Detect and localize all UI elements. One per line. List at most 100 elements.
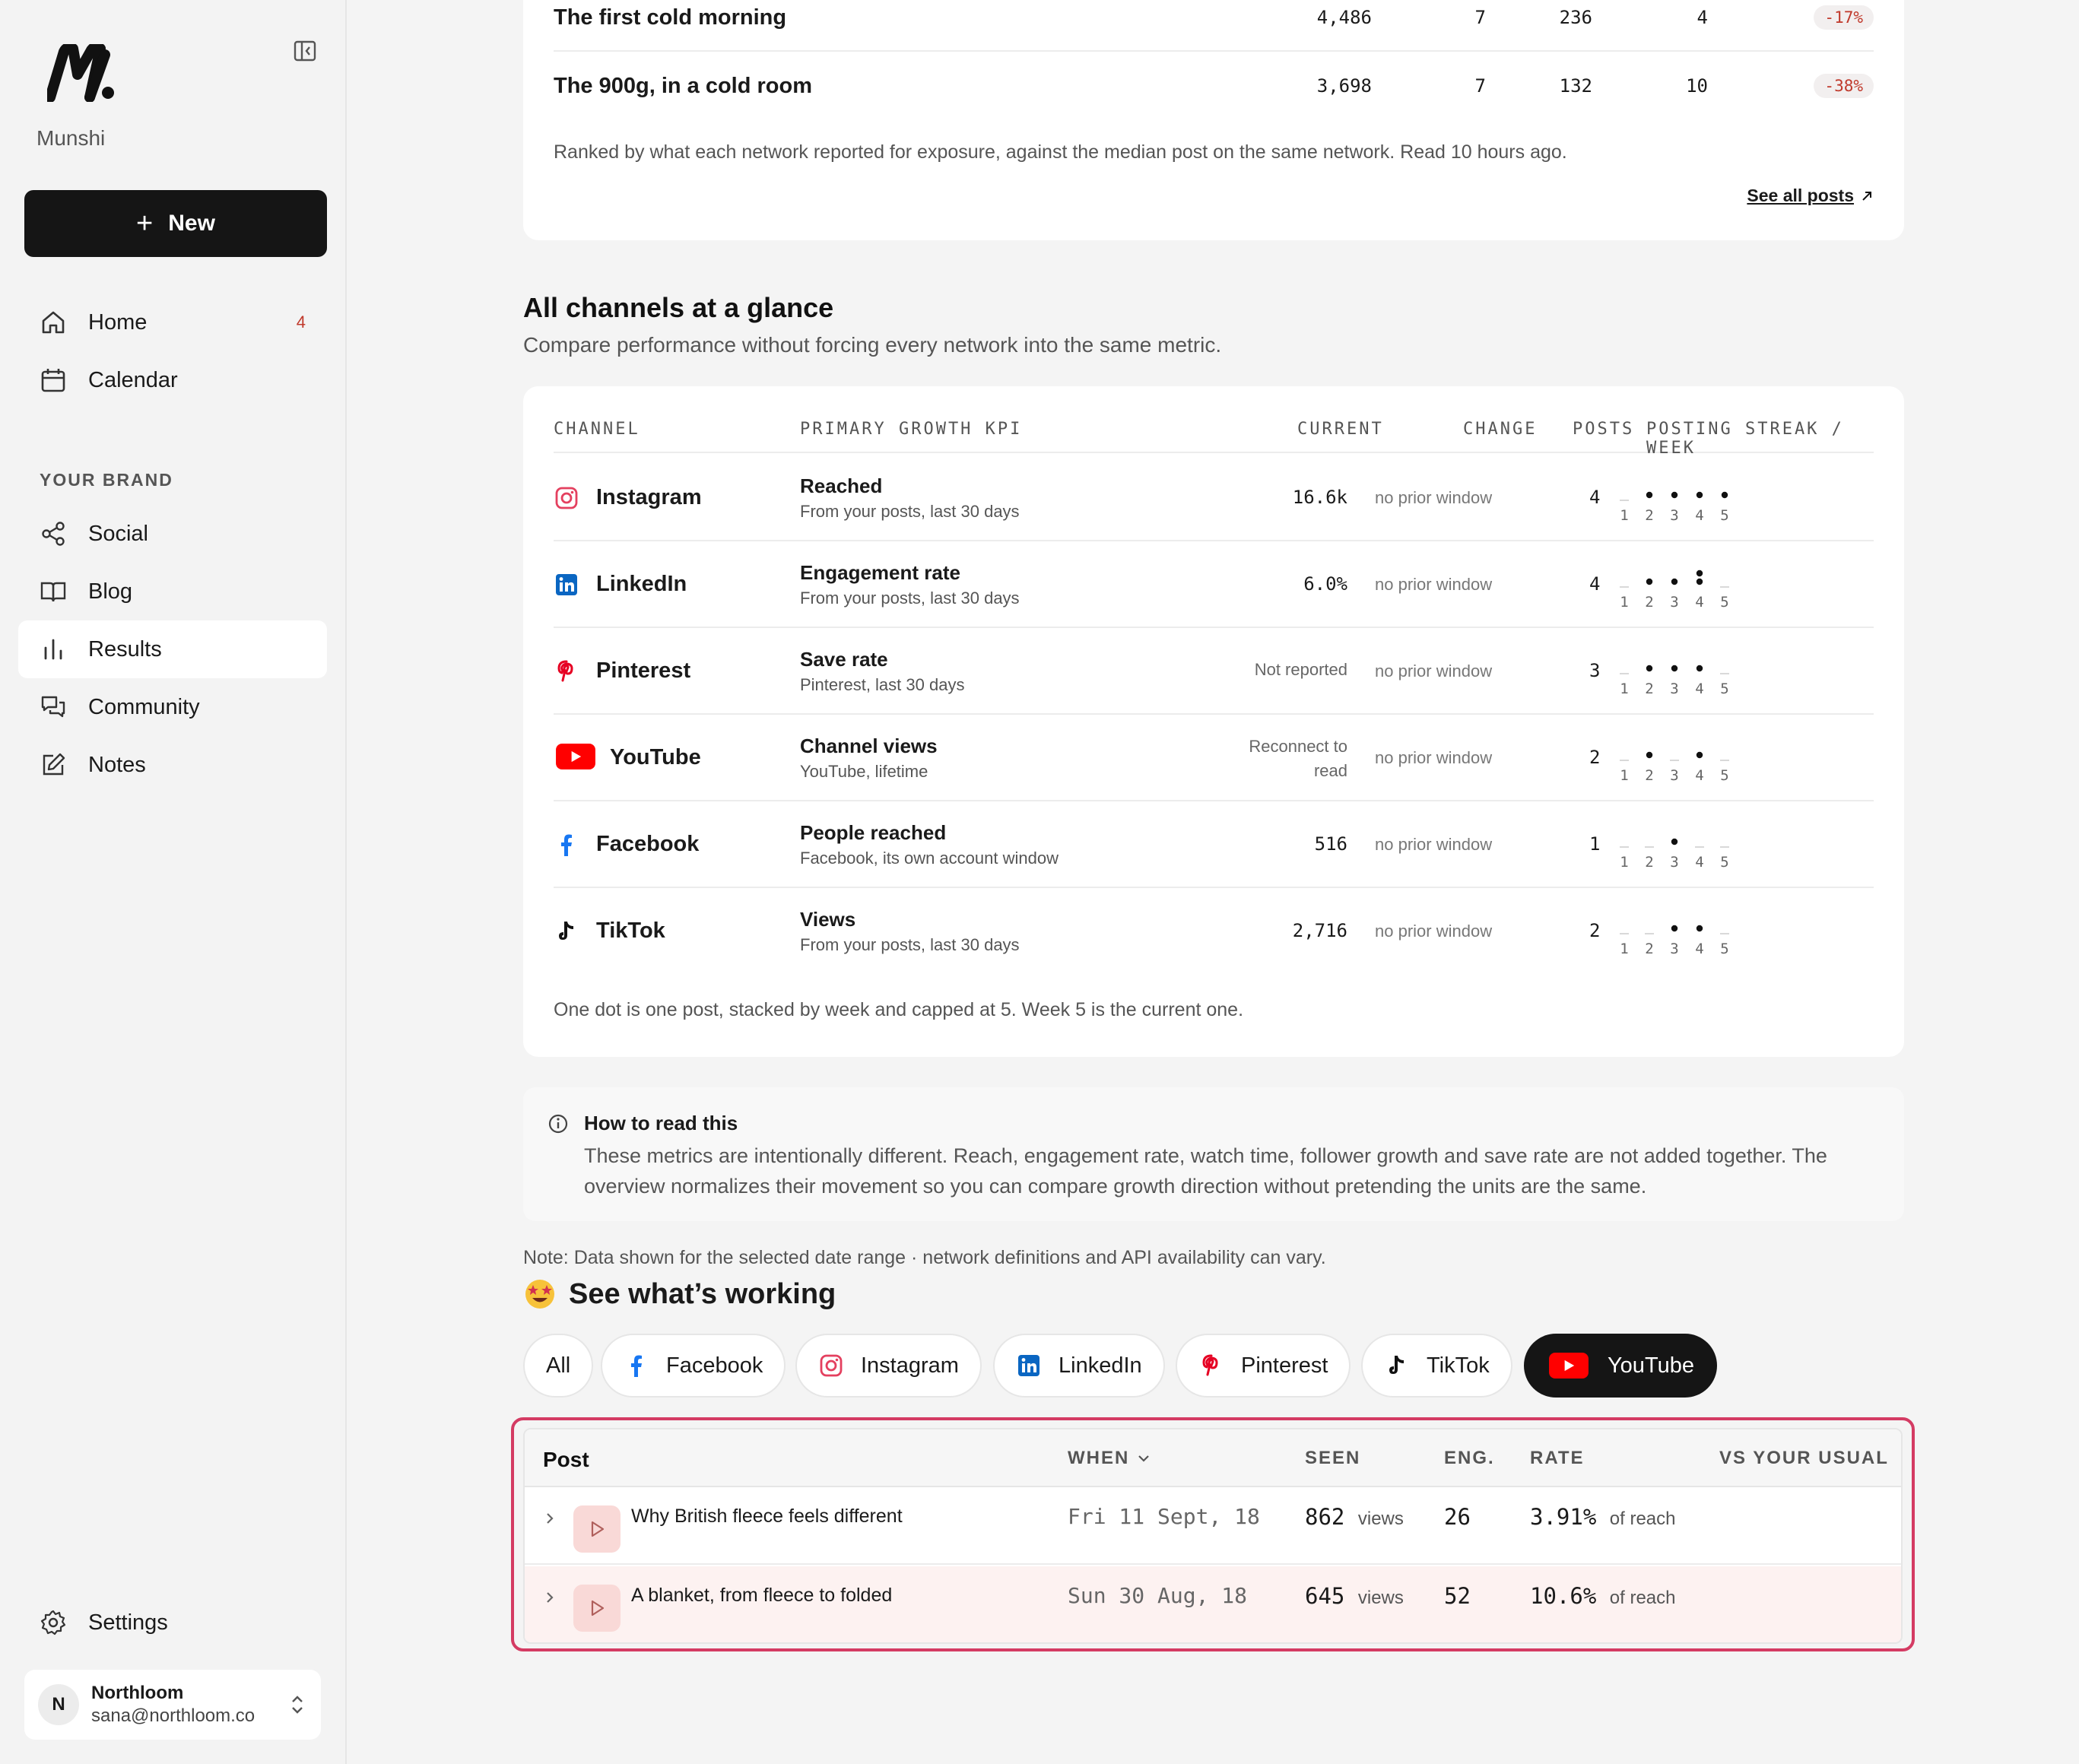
working-heading: See what’s working	[523, 1277, 836, 1311]
filter-chip-instagram[interactable]: Instagram	[795, 1334, 982, 1398]
home-badge: 4	[296, 313, 306, 332]
chevron-updown-icon	[292, 1696, 303, 1714]
account-switcher[interactable]: N Northloom sana@northloom.co	[24, 1670, 321, 1740]
channel-row-youtube[interactable]: YouTube Channel views YouTube, lifetime …	[554, 715, 1874, 801]
channel-row-facebook[interactable]: Facebook People reached Facebook, its ow…	[554, 801, 1874, 888]
channels-table-header: CHANNEL PRIMARY GROWTH KPI CURRENT CHANG…	[554, 386, 1874, 458]
channels-card: CHANNEL PRIMARY GROWTH KPI CURRENT CHANG…	[523, 386, 1904, 1057]
filter-chip-pinterest[interactable]: Pinterest	[1176, 1334, 1351, 1398]
nav-item-notes[interactable]: Notes	[18, 736, 327, 794]
streak-dot	[1671, 491, 1678, 499]
kpi-subtitle: From your posts, last 30 days	[800, 589, 1020, 608]
filter-chip-youtube[interactable]: YouTube	[1524, 1334, 1717, 1398]
posting-streak: 12345	[1620, 665, 1729, 697]
star-struck-emoji-icon	[525, 1280, 554, 1309]
streak-week-label: 3	[1670, 941, 1678, 957]
home-icon	[42, 311, 65, 334]
kpi-title: Save rate	[800, 648, 888, 671]
change-value: no prior window	[1375, 748, 1493, 767]
posting-streak: 12345	[1620, 925, 1729, 957]
ranking-caption: Ranked by what each network reported for…	[554, 141, 1567, 163]
nav-item-calendar[interactable]: Calendar	[18, 351, 327, 409]
rate-value: 3.91%	[1530, 1504, 1597, 1530]
plus-icon: +	[136, 208, 154, 240]
table-row[interactable]: A blanket, from fleece to folded Sun 30 …	[525, 1566, 1901, 1642]
th-post: Post	[543, 1448, 589, 1471]
filter-chip-all[interactable]: All	[523, 1334, 594, 1398]
nav-item-results[interactable]: Results	[18, 620, 327, 678]
gear-icon	[40, 1610, 66, 1636]
linkedin-icon	[1018, 1355, 1040, 1376]
chip-label: TikTok	[1427, 1353, 1490, 1378]
filter-chip-tiktok[interactable]: TikTok	[1361, 1334, 1512, 1398]
table-row[interactable]: Why British fleece feels different Fri 1…	[525, 1487, 1901, 1565]
account-name: Northloom	[91, 1683, 184, 1703]
table-row[interactable]: The first cold morning 4,486 7 236 4 -17…	[554, 0, 1874, 52]
streak-week-label: 5	[1720, 767, 1728, 784]
see-all-label: See all posts	[1747, 186, 1854, 205]
kpi-subtitle: Pinterest, last 30 days	[800, 675, 965, 694]
nav-item-blog[interactable]: Blog	[18, 563, 327, 620]
brand-name: Munshi	[37, 126, 106, 150]
post-seen: 862 views	[1305, 1504, 1404, 1530]
streak-footnote: One dot is one post, stacked by week and…	[554, 999, 1244, 1020]
munshi-logo-icon[interactable]	[47, 44, 116, 102]
post-when: Fri 11 Sept, 18	[1068, 1504, 1260, 1529]
change-value: no prior window	[1375, 922, 1493, 941]
post-eng: 52	[1444, 1583, 1471, 1609]
chip-label: All	[546, 1353, 571, 1378]
bar-chart-icon	[44, 639, 62, 660]
filter-chip-linkedin[interactable]: LinkedIn	[993, 1334, 1165, 1398]
streak-dot	[1696, 578, 1703, 585]
filter-chip-facebook[interactable]: Facebook	[601, 1334, 786, 1398]
nav-item-settings[interactable]: Settings	[18, 1594, 327, 1651]
th-current: CURRENT	[1297, 420, 1384, 439]
streak-week-label: 5	[1720, 594, 1728, 611]
table-row[interactable]: The 900g, in a cold room 3,698 7 132 10 …	[554, 52, 1874, 119]
seen-unit: views	[1357, 1509, 1404, 1529]
posting-streak: 12345	[1620, 569, 1729, 611]
nav-item-community[interactable]: Community	[18, 678, 327, 736]
post-rate: 3.91% of reach	[1530, 1504, 1676, 1530]
channel-row-instagram[interactable]: Instagram Reached From your posts, last …	[554, 455, 1874, 541]
calendar-icon	[41, 369, 65, 392]
streak-dot	[1696, 751, 1703, 759]
post-title: The first cold morning	[554, 5, 787, 30]
streak-dot	[1646, 751, 1653, 759]
posts-count: 2	[1589, 920, 1601, 941]
chevron-right-icon[interactable]	[543, 1589, 557, 1606]
streak-week-label: 5	[1720, 941, 1728, 957]
chevron-down-icon	[1138, 1455, 1150, 1462]
channel-row-pinterest[interactable]: Pinterest Save rate Pinterest, last 30 d…	[554, 628, 1874, 715]
streak-dot	[1696, 925, 1703, 932]
th-when-sort[interactable]: WHEN	[1068, 1448, 1151, 1469]
streak-week-label: 4	[1695, 594, 1703, 611]
streak-dot	[1721, 491, 1728, 499]
tiktok-icon	[1389, 1356, 1404, 1374]
nav-item-social[interactable]: Social	[18, 505, 327, 563]
collapse-sidebar-icon[interactable]	[294, 40, 316, 62]
change-value: no prior window	[1375, 835, 1493, 854]
play-icon	[591, 1521, 605, 1537]
post-seen: 645 views	[1305, 1583, 1404, 1609]
post-value: 4,486	[1316, 7, 1372, 28]
new-button[interactable]: + New	[24, 190, 327, 257]
streak-week-label: 2	[1645, 507, 1653, 524]
nav-item-home[interactable]: Home 4	[18, 293, 327, 351]
channel-row-tiktok[interactable]: TikTok Views From your posts, last 30 da…	[554, 888, 1874, 975]
nav-label: Results	[88, 636, 162, 662]
post-title: Why British fleece feels different	[631, 1505, 903, 1527]
channel-name: LinkedIn	[596, 572, 687, 596]
posting-streak: 12345	[1620, 751, 1729, 784]
see-all-posts-link[interactable]: See all posts	[1747, 186, 1874, 206]
rate-value: 10.6%	[1530, 1583, 1597, 1609]
streak-week-label: 1	[1620, 681, 1628, 697]
chat-icon	[41, 696, 65, 718]
chevron-right-icon[interactable]	[543, 1510, 557, 1527]
kpi-subtitle: Facebook, its own account window	[800, 849, 1059, 868]
arrow-up-right-icon	[1862, 191, 1871, 201]
instagram-icon	[555, 487, 578, 509]
posting-streak: 12345	[1620, 838, 1729, 871]
channel-row-linkedin[interactable]: LinkedIn Engagement rate From your posts…	[554, 541, 1874, 628]
book-icon	[40, 582, 66, 602]
